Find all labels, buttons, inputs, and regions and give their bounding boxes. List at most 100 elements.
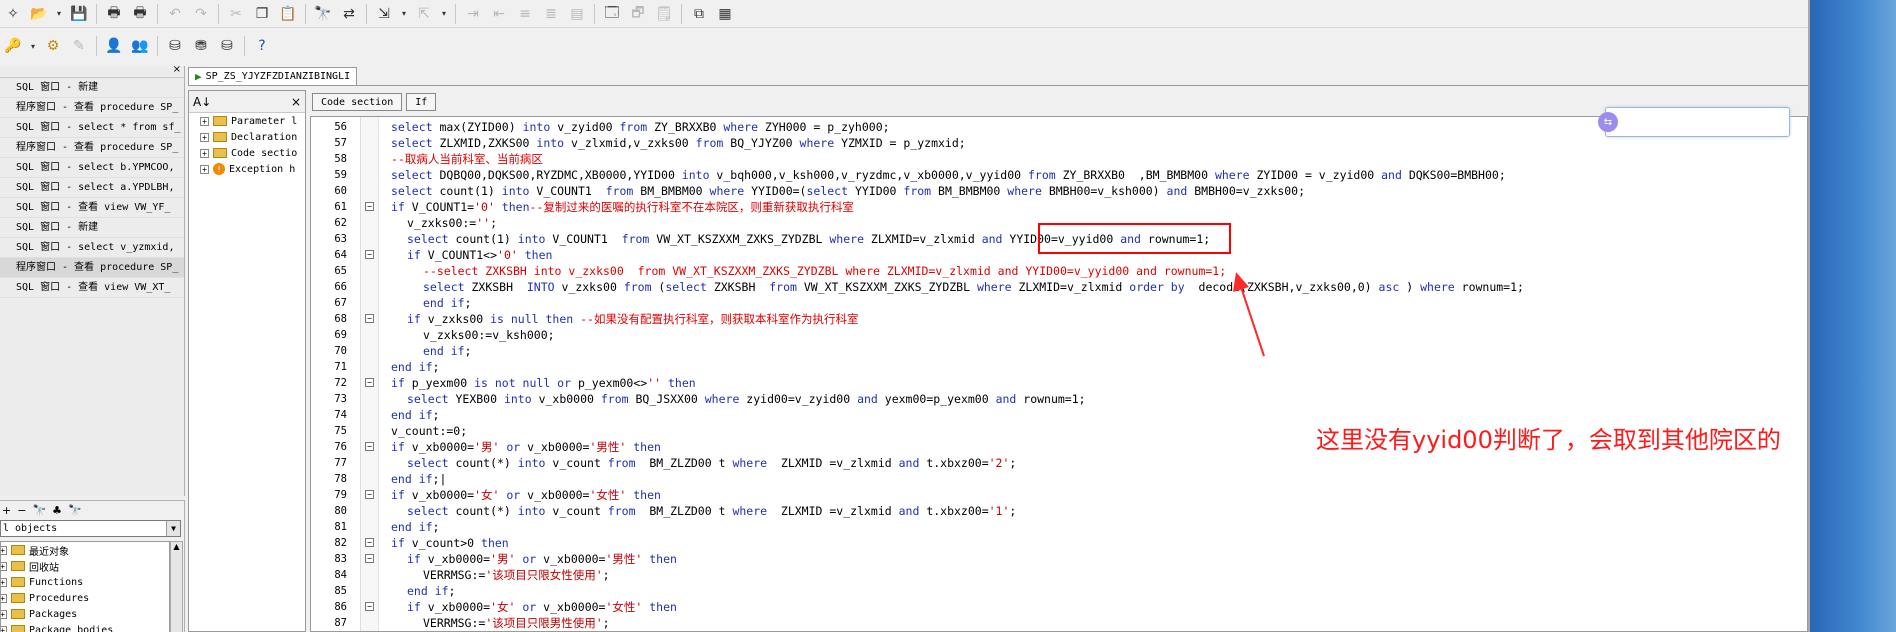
code-line[interactable]: 82 − if v_count>0 then (311, 535, 1807, 551)
expand-icon[interactable]: + (200, 132, 209, 142)
translate-icon[interactable]: ⇆ (1598, 112, 1618, 132)
key-icon[interactable]: 🔑 (0, 34, 26, 58)
code-line[interactable]: 60 select count(1) into V_COUNT1 from BM_… (311, 183, 1807, 199)
navigator-close-icon[interactable]: × (291, 95, 301, 109)
tree-item[interactable]: + Packages (1, 606, 169, 622)
code-line[interactable]: 80 select count(*) into v_count from BM_Z… (311, 503, 1807, 519)
window-list-item[interactable]: 程序窗口 - 查看 procedure SP_ (0, 258, 184, 278)
code-line[interactable]: 68 − if v_zxks00 is null then --如果没有配置执行科室… (311, 311, 1807, 327)
code-line[interactable]: 77 select count(*) into v_count from BM_Z… (311, 455, 1807, 471)
code-line[interactable]: 72 − if p_yexm00 is not null or p_yexm00<>… (311, 375, 1807, 391)
expand-icon[interactable]: + (1, 577, 7, 587)
floating-search-box[interactable]: ⇆ (1598, 107, 1790, 137)
code-line[interactable]: 84 VERRMSG:='该项目只限女性使用'; (311, 567, 1807, 583)
user-icon[interactable]: 👤 (101, 34, 127, 58)
fold-toggle-icon[interactable]: − (365, 554, 374, 563)
code-line[interactable]: 73 select YEXB00 into v_xb0000 from BQ_JS… (311, 391, 1807, 407)
tree-item[interactable]: + 回收站 (1, 558, 169, 574)
tree-item[interactable]: + Procedures (1, 590, 169, 606)
import-icon[interactable]: ⇲ (371, 2, 397, 26)
dropdown-arrow-icon[interactable]: ▾ (397, 2, 411, 26)
session-icon[interactable]: ⛁ (162, 34, 188, 58)
paste-icon[interactable]: 📋 (275, 2, 301, 26)
fold-toggle-icon[interactable]: − (365, 442, 374, 451)
window-list-item[interactable]: SQL 窗口 - 新建 (0, 218, 184, 238)
find-alt-icon[interactable]: 🔭 (68, 504, 82, 517)
report-icon[interactable]: 🗒 (651, 2, 677, 26)
tree-item[interactable]: + 最近对象 (1, 542, 169, 558)
save-icon[interactable]: 💾 (66, 2, 92, 26)
code-line[interactable]: 86− if v_xb0000='女' or v_xb0000='女性' then (311, 599, 1807, 615)
breadcrumb-item[interactable]: Code section (312, 93, 403, 111)
window-list-item[interactable]: SQL 窗口 - select v_yzmxid, (0, 238, 184, 258)
window-list-item[interactable]: SQL 窗口 - select a.YPDLBH, (0, 178, 184, 198)
editor-tab[interactable]: ▶ SP_ZS_YJYZFZDIANZIBINGLI (188, 67, 358, 85)
code-line[interactable]: 70 end if; (311, 343, 1807, 359)
unindent-icon[interactable]: ⇤ (486, 2, 512, 26)
breadcrumb-item[interactable]: If (406, 93, 437, 111)
uncomment-icon[interactable]: ≣ (538, 2, 564, 26)
code-line[interactable]: 59 select DQBQ00,DQKS00,RYZDMC,XB0000,YYI… (311, 167, 1807, 183)
code-line[interactable]: 69 v_zxks00:=v_ksh000; (311, 327, 1807, 343)
window-list-item[interactable]: SQL 窗口 - 查看 view VW_XT_ (0, 278, 184, 298)
copy-icon[interactable]: ❐ (249, 2, 275, 26)
navigator-item[interactable]: + Code sectio (189, 145, 305, 161)
fold-toggle-icon[interactable]: − (365, 538, 374, 547)
user-alt-icon[interactable]: 👥 (127, 34, 153, 58)
find-icon[interactable]: 🔭 (310, 2, 336, 26)
db-alt-icon[interactable]: ⛁ (214, 34, 240, 58)
cut-icon[interactable]: ✂ (223, 2, 249, 26)
window-list-icon[interactable]: 🗔 (599, 2, 625, 26)
tree-item[interactable]: + Functions (1, 574, 169, 590)
fold-toggle-icon[interactable]: − (365, 202, 374, 211)
expand-icon[interactable]: + (1, 593, 7, 603)
filter-icon[interactable]: ♣ (52, 504, 62, 517)
expand-icon[interactable]: + (200, 164, 209, 174)
fold-toggle-icon[interactable]: − (365, 490, 374, 499)
help-icon[interactable]: ? (249, 34, 275, 58)
window-list-item[interactable]: SQL 窗口 - select b.YPMCOO, (0, 158, 184, 178)
new-icon[interactable]: ✧ (0, 2, 26, 26)
code-line[interactable]: 67 end if; (311, 295, 1807, 311)
code-line[interactable]: 65 --select ZXKSBH into v_zxks00 from VW_… (311, 263, 1807, 279)
code-line[interactable]: 85 end if; (311, 583, 1807, 599)
indent-icon[interactable]: ⇥ (460, 2, 486, 26)
window-list-item[interactable]: SQL 窗口 - 新建 (0, 78, 184, 98)
window-list-close-icon[interactable]: × (173, 64, 181, 75)
expand-icon[interactable]: + (200, 148, 209, 158)
navigator-item[interactable]: + Parameter l (189, 113, 305, 129)
navigator-item[interactable]: +! Exception h (189, 161, 305, 177)
dropdown-arrow-icon[interactable]: ▾ (52, 2, 66, 26)
tree-item[interactable]: + Package bodies (1, 622, 169, 632)
window-list-item[interactable]: SQL 窗口 - select * from sf_ (0, 118, 184, 138)
print-preview-icon[interactable]: 🖶 (127, 2, 153, 26)
expand-icon[interactable]: + (1, 545, 7, 555)
fold-toggle-icon[interactable]: − (365, 250, 374, 259)
comment-icon[interactable]: ≡ (512, 2, 538, 26)
code-line[interactable]: 66 select ZXKSBH INTO v_zxks00 from (sele… (311, 279, 1807, 295)
db-icon[interactable]: ⛃ (188, 34, 214, 58)
code-line[interactable]: 78 end if;| (311, 471, 1807, 487)
chevron-down-icon[interactable]: ▼ (166, 521, 180, 536)
print-icon[interactable]: 🖶 (101, 2, 127, 26)
tile-icon[interactable]: ⧉ (686, 2, 712, 26)
expand-icon[interactable]: + (1, 625, 7, 632)
window-list-item[interactable]: 程序窗口 - 查看 procedure SP_ (0, 138, 184, 158)
remove-icon[interactable]: − (17, 504, 26, 517)
gear-icon[interactable]: ⚙ (40, 34, 66, 58)
fold-toggle-icon[interactable]: − (365, 602, 374, 611)
cascade-icon[interactable]: ▦ (712, 2, 738, 26)
code-editor[interactable]: 56 select max(ZYID00) into v_zyid00 from … (310, 116, 1808, 632)
sort-icon[interactable]: A↓ (193, 95, 211, 109)
code-line[interactable]: 87 VERRMSG:='该项目只限男性使用'; (311, 615, 1807, 631)
undo-icon[interactable]: ↶ (162, 2, 188, 26)
object-icon[interactable]: 🗗 (625, 2, 651, 26)
object-tree-scrollbar[interactable]: ▲ (170, 541, 183, 632)
dropdown-arrow-icon[interactable]: ▾ (437, 2, 451, 26)
dropdown-arrow-icon[interactable]: ▾ (26, 34, 40, 58)
expand-icon[interactable]: + (1, 609, 7, 619)
object-filter-select[interactable]: l objects ▼ (0, 520, 181, 537)
replace-icon[interactable]: ⇄ (336, 2, 362, 26)
code-line[interactable]: 79− if v_xb0000='女' or v_xb0000='女性' then (311, 487, 1807, 503)
open-icon[interactable]: 📂 (26, 2, 52, 26)
